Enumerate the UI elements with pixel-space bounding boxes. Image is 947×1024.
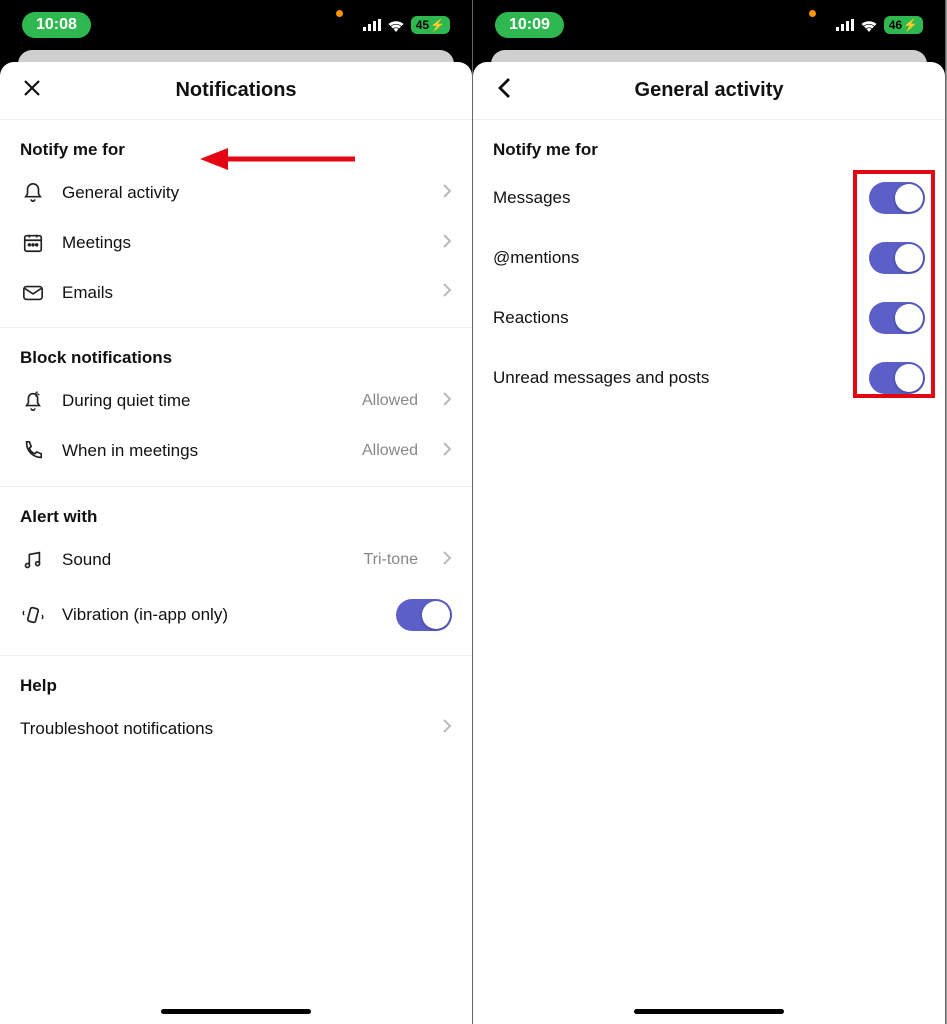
row-messages: Messages xyxy=(473,168,945,228)
recording-indicator-icon xyxy=(809,10,816,17)
statusbar-left: 10:08 45⚡ xyxy=(0,0,472,50)
sheet-header: General activity xyxy=(473,62,945,120)
row-label: Troubleshoot notifications xyxy=(20,719,426,739)
right-screenshot: 10:09 46⚡ General activity Notify me for xyxy=(473,0,946,1024)
svg-text:z: z xyxy=(35,391,38,398)
home-indicator[interactable] xyxy=(634,1009,784,1014)
row-label: Unread messages and posts xyxy=(493,368,869,388)
reactions-toggle[interactable] xyxy=(869,302,925,334)
row-label: Vibration (in-app only) xyxy=(62,605,380,625)
music-note-icon xyxy=(20,549,46,571)
vibration-toggle[interactable] xyxy=(396,599,452,631)
row-label: General activity xyxy=(62,183,426,203)
wifi-icon xyxy=(387,19,405,32)
row-label: Emails xyxy=(62,283,426,303)
page-title: Notifications xyxy=(175,79,296,102)
chevron-left-icon xyxy=(497,77,513,104)
page-title: General activity xyxy=(635,79,784,102)
left-screenshot: 10:08 45⚡ Notifications Notify me for xyxy=(0,0,473,1024)
section-block-notifications: Block notifications xyxy=(0,328,472,376)
cellular-signal-icon xyxy=(836,19,854,31)
battery-indicator: 46⚡ xyxy=(884,16,923,34)
row-value: Tri-tone xyxy=(363,551,418,569)
cellular-signal-icon xyxy=(363,19,381,31)
mentions-toggle[interactable] xyxy=(869,242,925,274)
row-label: Sound xyxy=(62,550,347,570)
close-icon xyxy=(22,78,42,103)
battery-percent: 45 xyxy=(416,18,429,32)
row-label: @mentions xyxy=(493,248,869,268)
row-vibration: Vibration (in-app only) xyxy=(0,585,472,645)
statusbar-right: 10:09 46⚡ xyxy=(473,0,945,50)
row-quiet-time[interactable]: z During quiet time Allowed xyxy=(0,376,472,426)
row-label: Reactions xyxy=(493,308,869,328)
row-sound[interactable]: Sound Tri-tone xyxy=(0,535,472,585)
notifications-sheet: Notifications Notify me for General acti… xyxy=(0,62,472,1024)
row-emails[interactable]: Emails xyxy=(0,268,472,317)
close-button[interactable] xyxy=(16,75,48,107)
chevron-right-icon xyxy=(442,718,452,739)
chevron-right-icon xyxy=(442,183,452,204)
status-right: 46⚡ xyxy=(836,16,923,34)
unread-toggle[interactable] xyxy=(869,362,925,394)
calendar-icon xyxy=(20,232,46,254)
battery-indicator: 45⚡ xyxy=(411,16,450,34)
mail-icon xyxy=(20,284,46,302)
chevron-right-icon xyxy=(442,233,452,254)
row-label: During quiet time xyxy=(62,391,346,411)
row-value: Allowed xyxy=(362,442,418,460)
row-label: Meetings xyxy=(62,233,426,253)
battery-percent: 46 xyxy=(889,18,902,32)
section-notify-me-for: Notify me for xyxy=(0,120,472,168)
row-label: When in meetings xyxy=(62,441,346,461)
general-activity-sheet: General activity Notify me for Messages … xyxy=(473,62,945,1024)
chevron-right-icon xyxy=(442,282,452,303)
section-alert-with: Alert with xyxy=(0,487,472,535)
vibration-icon xyxy=(20,604,46,626)
time-pill: 10:08 xyxy=(22,12,91,38)
row-unread: Unread messages and posts xyxy=(473,348,945,408)
row-general-activity[interactable]: General activity xyxy=(0,168,472,218)
chevron-right-icon xyxy=(442,391,452,412)
back-button[interactable] xyxy=(489,75,521,107)
section-help: Help xyxy=(0,656,472,704)
status-right: 45⚡ xyxy=(363,16,450,34)
messages-toggle[interactable] xyxy=(869,182,925,214)
chevron-right-icon xyxy=(442,550,452,571)
wifi-icon xyxy=(860,19,878,32)
row-meetings[interactable]: Meetings xyxy=(0,218,472,268)
chevron-right-icon xyxy=(442,441,452,462)
phone-icon xyxy=(20,440,46,462)
sheet-header: Notifications xyxy=(0,62,472,120)
home-indicator[interactable] xyxy=(161,1009,311,1014)
row-value: Allowed xyxy=(362,392,418,410)
section-notify-me-for: Notify me for xyxy=(473,120,945,168)
quiet-time-icon: z xyxy=(20,390,46,412)
row-label: Messages xyxy=(493,188,869,208)
row-in-meetings[interactable]: When in meetings Allowed xyxy=(0,426,472,476)
time-pill: 10:09 xyxy=(495,12,564,38)
recording-indicator-icon xyxy=(336,10,343,17)
row-troubleshoot[interactable]: Troubleshoot notifications xyxy=(0,704,472,753)
row-reactions: Reactions xyxy=(473,288,945,348)
row-mentions: @mentions xyxy=(473,228,945,288)
bell-icon xyxy=(20,182,46,204)
